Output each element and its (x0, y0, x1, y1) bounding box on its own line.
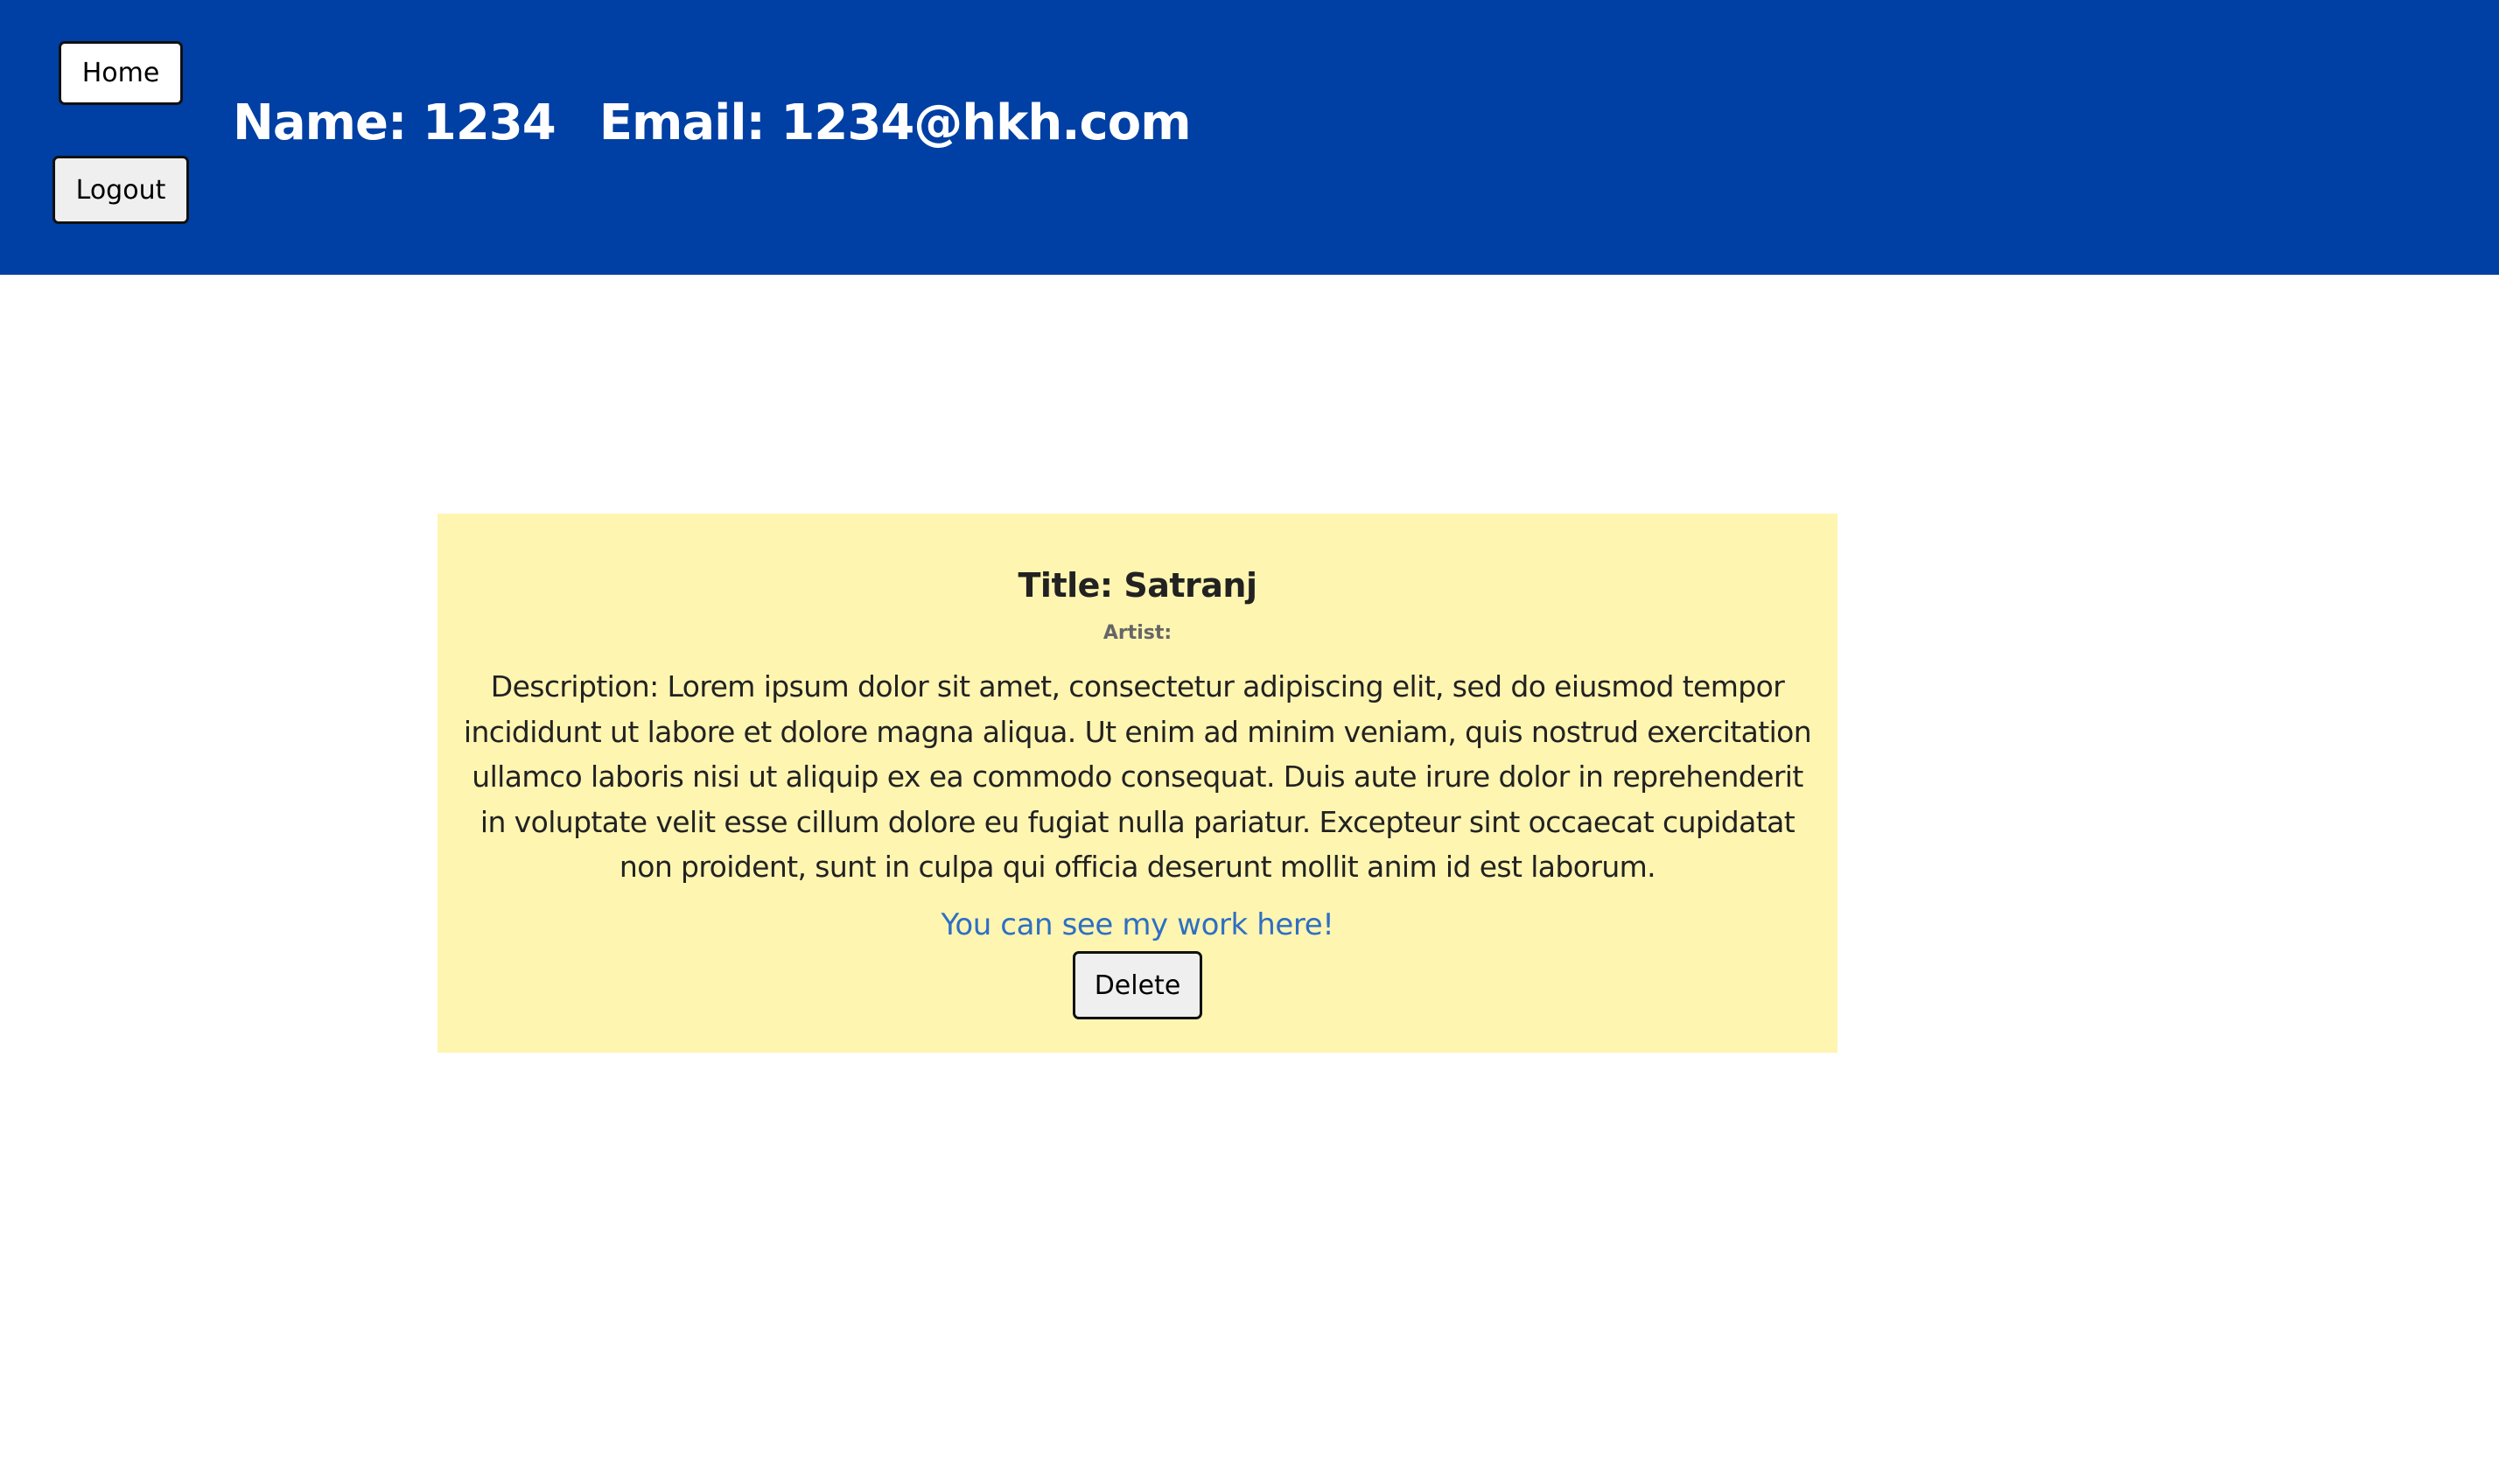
home-button[interactable]: Home (59, 41, 183, 105)
artwork-card: Title: Satranj Artist: Description: Lore… (438, 514, 1838, 1053)
user-info: Name: 1234 Email: 1234@hkh.com (233, 88, 1192, 158)
top-header: Home Logout Name: 1234 Email: 1234@hkh.c… (0, 0, 2499, 275)
user-name: Name: 1234 (233, 94, 556, 151)
logout-button[interactable]: Logout (52, 156, 189, 224)
artwork-description: Description: Lorem ipsum dolor sit amet,… (463, 669, 1812, 884)
artwork-title: Title: Satranj (1018, 566, 1257, 605)
artwork-artist: Artist: (1102, 622, 1172, 644)
portfolio-link[interactable]: You can see my work here! (438, 907, 1838, 942)
delete-button[interactable]: Delete (1073, 951, 1202, 1019)
user-email: Email: 1234@hkh.com (598, 94, 1192, 151)
